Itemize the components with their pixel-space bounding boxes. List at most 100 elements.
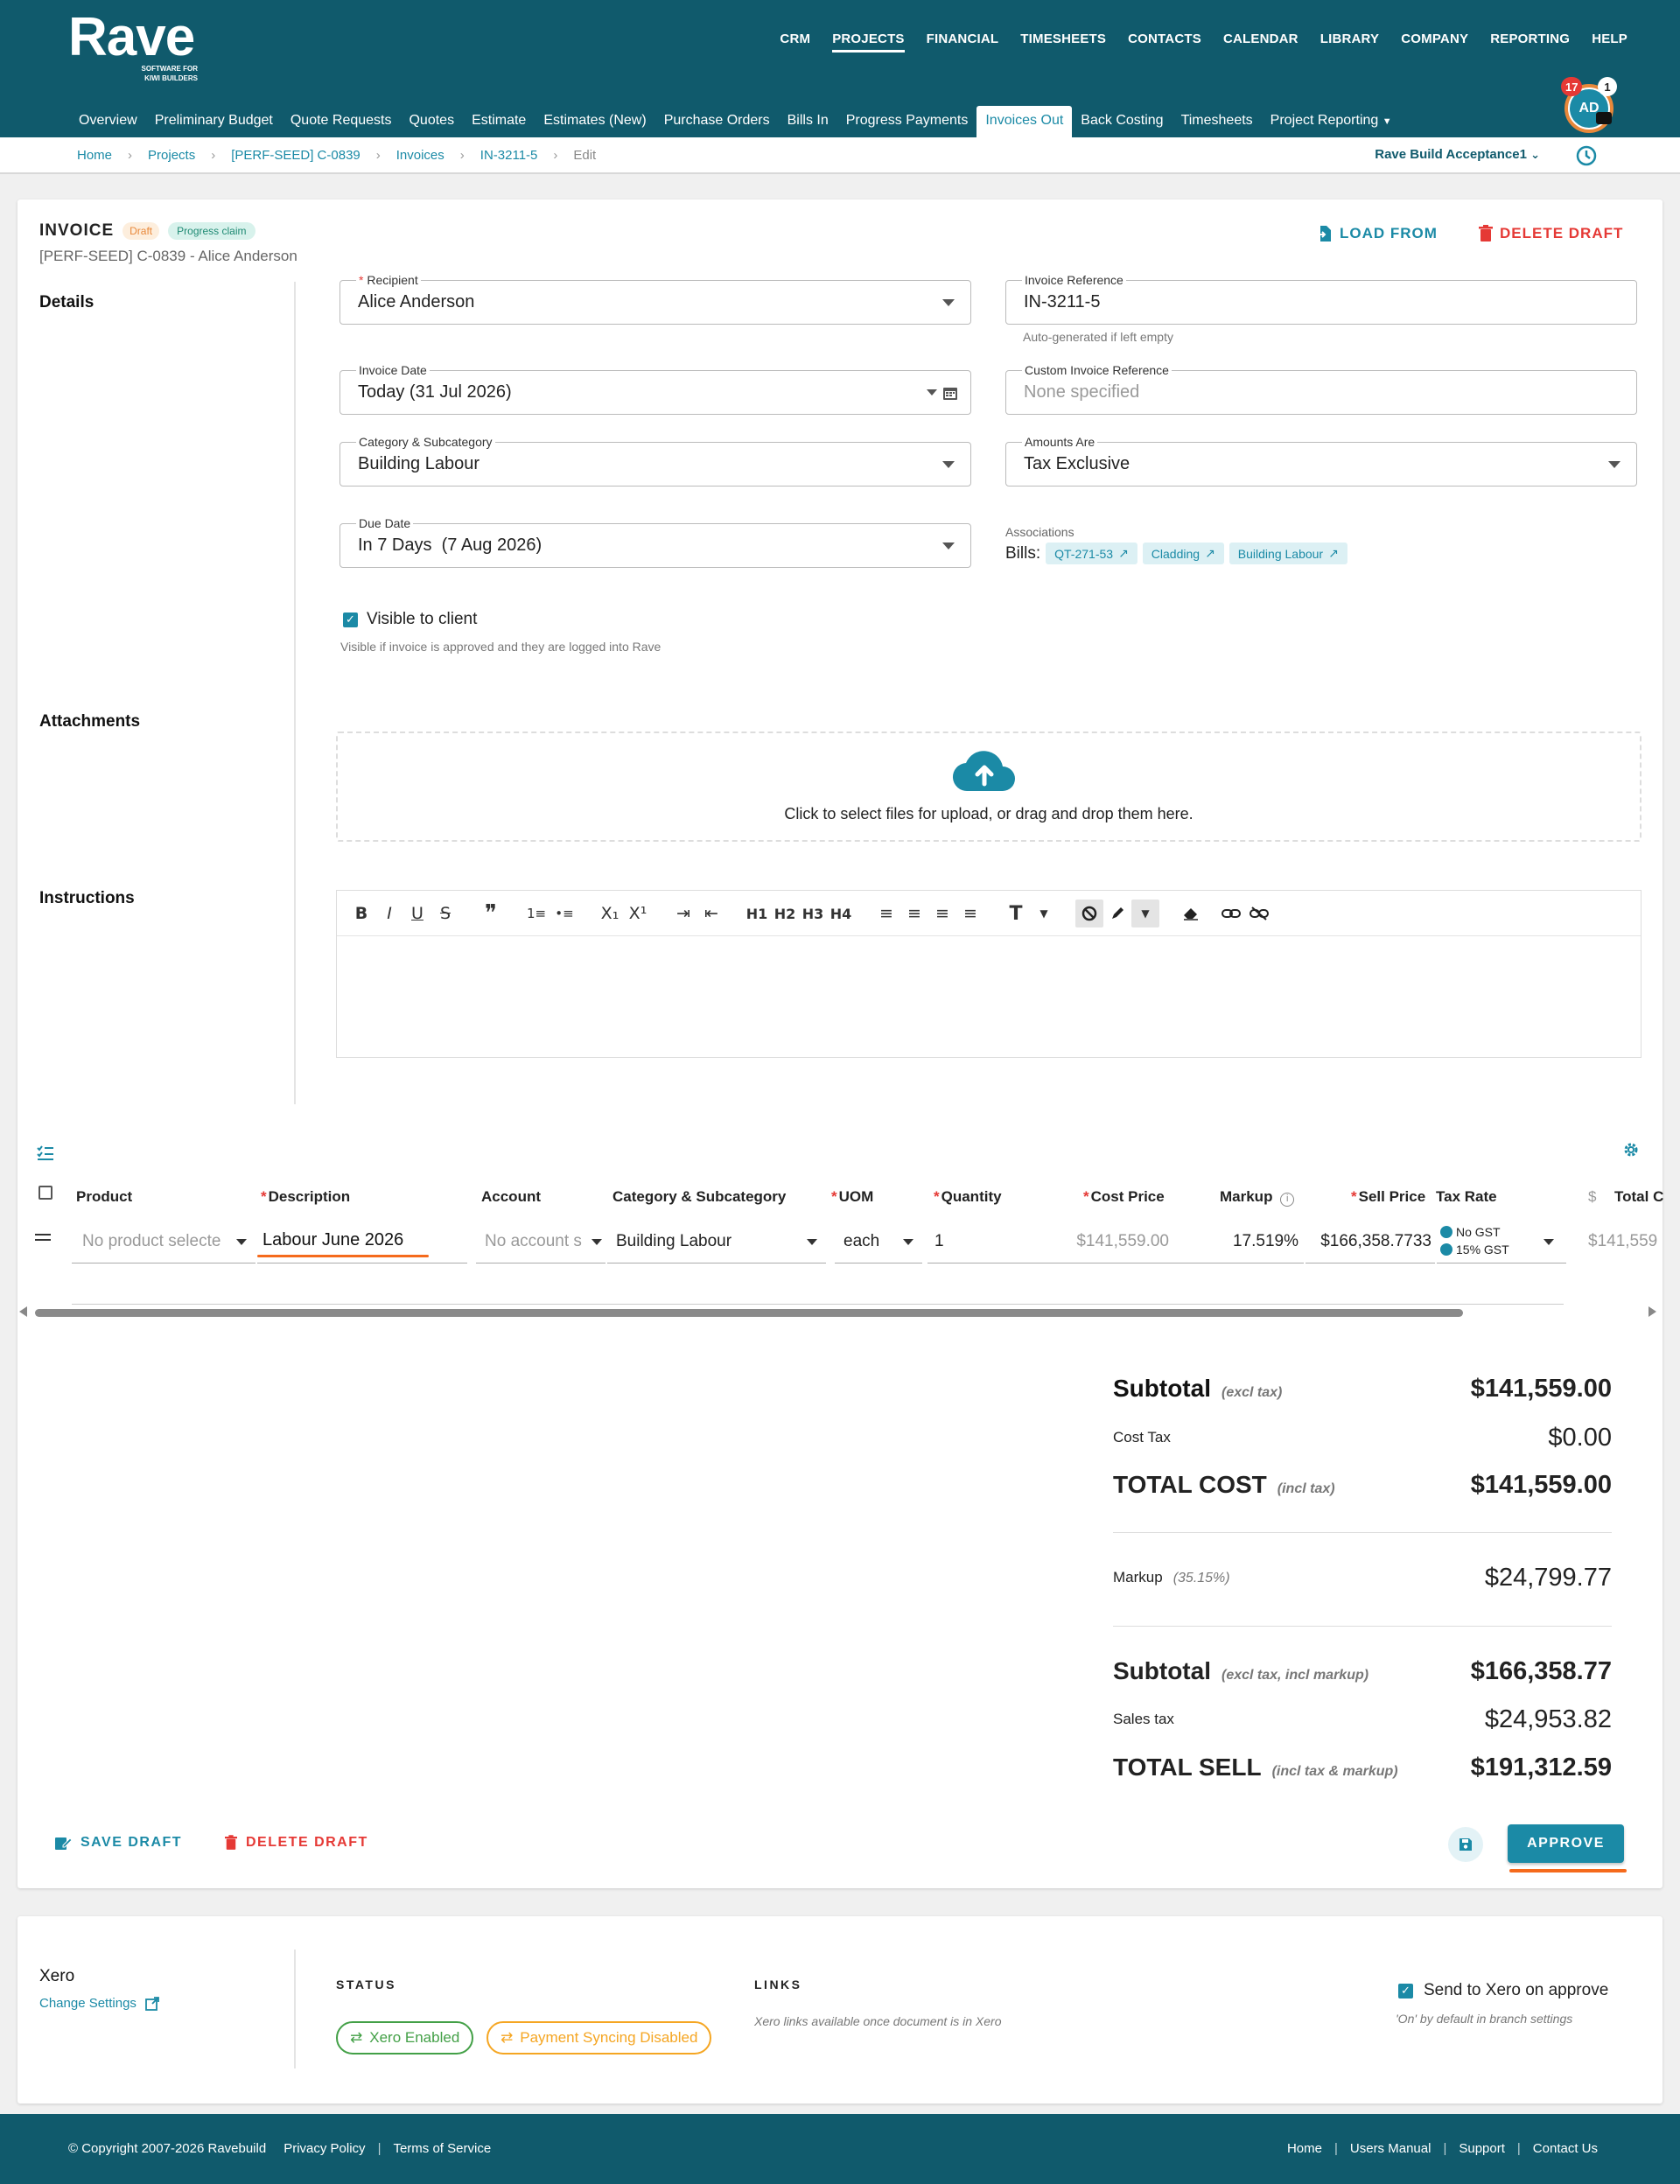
caret-down-icon[interactable]: ▼	[1030, 900, 1058, 928]
indent-icon[interactable]: ⇥	[669, 900, 697, 928]
user-menu[interactable]: AD 17 1	[1561, 77, 1619, 135]
crumb-project[interactable]: [PERF-SEED] C-0839	[231, 148, 360, 163]
tab-overview[interactable]: Overview	[70, 113, 146, 137]
tax-rate-select[interactable]: No GST 15% GST	[1437, 1222, 1566, 1264]
due-date-select[interactable]: Due Date In 7 Days (7 Aug 2026)	[340, 516, 971, 568]
nav-reporting[interactable]: REPORTING	[1490, 32, 1570, 52]
superscript-icon[interactable]: X¹	[624, 900, 652, 928]
cost-price-value[interactable]: $141,559.00	[1050, 1232, 1169, 1251]
delete-draft-button[interactable]: DELETE DRAFT	[225, 1835, 368, 1851]
account-select[interactable]: No account s	[476, 1222, 606, 1264]
footer-home-link[interactable]: Home	[1287, 2141, 1322, 2156]
tab-purchase-orders[interactable]: Purchase Orders	[655, 113, 779, 137]
nav-projects[interactable]: PROJECTS	[832, 32, 905, 52]
product-select[interactable]: No product selecte	[72, 1222, 256, 1264]
message-badge[interactable]: 1	[1598, 77, 1617, 96]
description-input[interactable]: Labour June 2026	[257, 1222, 467, 1264]
tab-back-costing[interactable]: Back Costing	[1072, 113, 1172, 137]
tab-estimates-new[interactable]: Estimates (New)	[535, 113, 654, 137]
nav-crm[interactable]: CRM	[780, 32, 810, 52]
markup-input[interactable]: 17.519%	[1177, 1222, 1304, 1264]
footer-terms-link[interactable]: Terms of Service	[393, 2141, 491, 2156]
scroll-left-icon[interactable]	[19, 1306, 27, 1317]
checkbox-checked-icon[interactable]: ✓	[1398, 1983, 1413, 1998]
tab-quotes[interactable]: Quotes	[400, 113, 463, 137]
heading-1-icon[interactable]: H1	[743, 900, 771, 928]
amounts-are-select[interactable]: Amounts Are Tax Exclusive	[1005, 435, 1637, 486]
scroll-right-icon[interactable]	[1648, 1306, 1656, 1317]
bullet-list-icon[interactable]: •≡	[550, 900, 578, 928]
instructions-editor[interactable]: B I U S ❞ 1≡ •≡ X₁ X¹ ⇥ ⇤ H1 H2 H3 H4 ≡ …	[336, 890, 1642, 1058]
crumb-home[interactable]: Home	[77, 148, 112, 163]
blockquote-icon[interactable]: ❞	[477, 900, 505, 928]
align-left-icon[interactable]: ≡	[872, 900, 900, 928]
heading-3-icon[interactable]: H3	[799, 900, 827, 928]
crumb-invoice[interactable]: IN-3211-5	[480, 148, 538, 163]
tab-quote-requests[interactable]: Quote Requests	[282, 113, 401, 137]
send-to-xero-checkbox[interactable]: ✓ Send to Xero on approve	[1398, 1981, 1608, 2000]
nav-timesheets[interactable]: TIMESHEETS	[1020, 32, 1106, 52]
checklist-icon[interactable]	[37, 1145, 54, 1166]
no-color-icon[interactable]	[1075, 900, 1103, 928]
caret-down-icon[interactable]: ▼	[1131, 900, 1159, 928]
nav-contacts[interactable]: CONTACTS	[1128, 32, 1201, 52]
underline-icon[interactable]: U	[403, 900, 431, 928]
nav-library[interactable]: LIBRARY	[1320, 32, 1380, 52]
crumb-invoices[interactable]: Invoices	[396, 148, 444, 163]
select-all-checkbox[interactable]	[38, 1186, 52, 1200]
visible-to-client-checkbox[interactable]: ✓ Visible to client	[343, 610, 477, 629]
branch-selector[interactable]: Rave Build Acceptance1 ⌄	[1375, 147, 1540, 162]
category-select[interactable]: Category & Subcategory Building Labour	[340, 435, 971, 486]
align-justify-icon[interactable]: ≡	[956, 900, 984, 928]
quick-save-button[interactable]	[1448, 1827, 1483, 1862]
eraser-icon[interactable]	[1177, 900, 1205, 928]
gear-icon[interactable]	[1622, 1141, 1640, 1163]
ordered-list-icon[interactable]: 1≡	[522, 900, 550, 928]
font-size-icon[interactable]: T	[1002, 900, 1030, 928]
bill-chip[interactable]: Building Labour ↗	[1228, 542, 1348, 564]
change-settings-link[interactable]: Change Settings	[39, 1996, 159, 2011]
link-icon[interactable]	[1217, 900, 1245, 928]
notification-badge[interactable]: 17	[1561, 77, 1583, 96]
sell-price-input[interactable]: $166,358.7733	[1306, 1222, 1435, 1264]
invoice-reference-field[interactable]: Invoice Reference IN-3211-5	[1005, 273, 1637, 325]
attachment-dropzone[interactable]: Click to select files for upload, or dra…	[336, 732, 1642, 842]
load-from-button[interactable]: LOAD FROM	[1317, 225, 1438, 242]
heading-4-icon[interactable]: H4	[827, 900, 855, 928]
italic-icon[interactable]: I	[375, 900, 403, 928]
align-right-icon[interactable]: ≡	[928, 900, 956, 928]
tab-invoices-out[interactable]: Invoices Out	[976, 106, 1073, 137]
tab-bills-in[interactable]: Bills In	[779, 113, 837, 137]
highlighter-icon[interactable]	[1103, 900, 1131, 928]
crumb-projects[interactable]: Projects	[148, 148, 195, 163]
footer-users-manual-link[interactable]: Users Manual	[1350, 2141, 1432, 2156]
recipient-select[interactable]: * Recipient Alice Anderson	[340, 273, 971, 325]
footer-contact-link[interactable]: Contact Us	[1533, 2141, 1598, 2156]
history-clock-icon[interactable]	[1575, 144, 1598, 172]
uom-select[interactable]: each	[835, 1222, 922, 1264]
tab-timesheets[interactable]: Timesheets	[1172, 113, 1262, 137]
nav-calendar[interactable]: CALENDAR	[1223, 32, 1298, 52]
custom-invoice-reference-field[interactable]: Custom Invoice Reference None specified	[1005, 363, 1637, 415]
tab-estimate[interactable]: Estimate	[463, 113, 535, 137]
approve-button[interactable]: APPROVE	[1508, 1824, 1624, 1863]
rave-logo[interactable]: Rave SOFTWARE FOR KIWI BUILDERS	[68, 10, 198, 83]
invoice-date-field[interactable]: Invoice Date Today (31 Jul 2026)	[340, 363, 971, 415]
footer-support-link[interactable]: Support	[1459, 2141, 1505, 2156]
subscript-icon[interactable]: X₁	[596, 900, 624, 928]
footer-privacy-link[interactable]: Privacy Policy	[284, 2141, 365, 2156]
info-icon[interactable]: i	[1280, 1193, 1295, 1207]
unlink-icon[interactable]	[1245, 900, 1273, 928]
strikethrough-icon[interactable]: S	[431, 900, 459, 928]
bill-chip[interactable]: Cladding ↗	[1142, 542, 1224, 564]
heading-2-icon[interactable]: H2	[771, 900, 799, 928]
nav-financial[interactable]: FINANCIAL	[927, 32, 999, 52]
align-center-icon[interactable]: ≡	[900, 900, 928, 928]
nav-company[interactable]: COMPANY	[1401, 32, 1468, 52]
tab-progress-payments[interactable]: Progress Payments	[837, 113, 977, 137]
checkbox-checked-icon[interactable]: ✓	[343, 612, 358, 627]
line-category-select[interactable]: Building Labour	[607, 1222, 826, 1264]
horizontal-scrollbar[interactable]	[35, 1309, 1463, 1317]
bill-chip[interactable]: QT-271-53 ↗	[1046, 542, 1138, 564]
delete-draft-button-top[interactable]: DELETE DRAFT	[1479, 225, 1623, 242]
